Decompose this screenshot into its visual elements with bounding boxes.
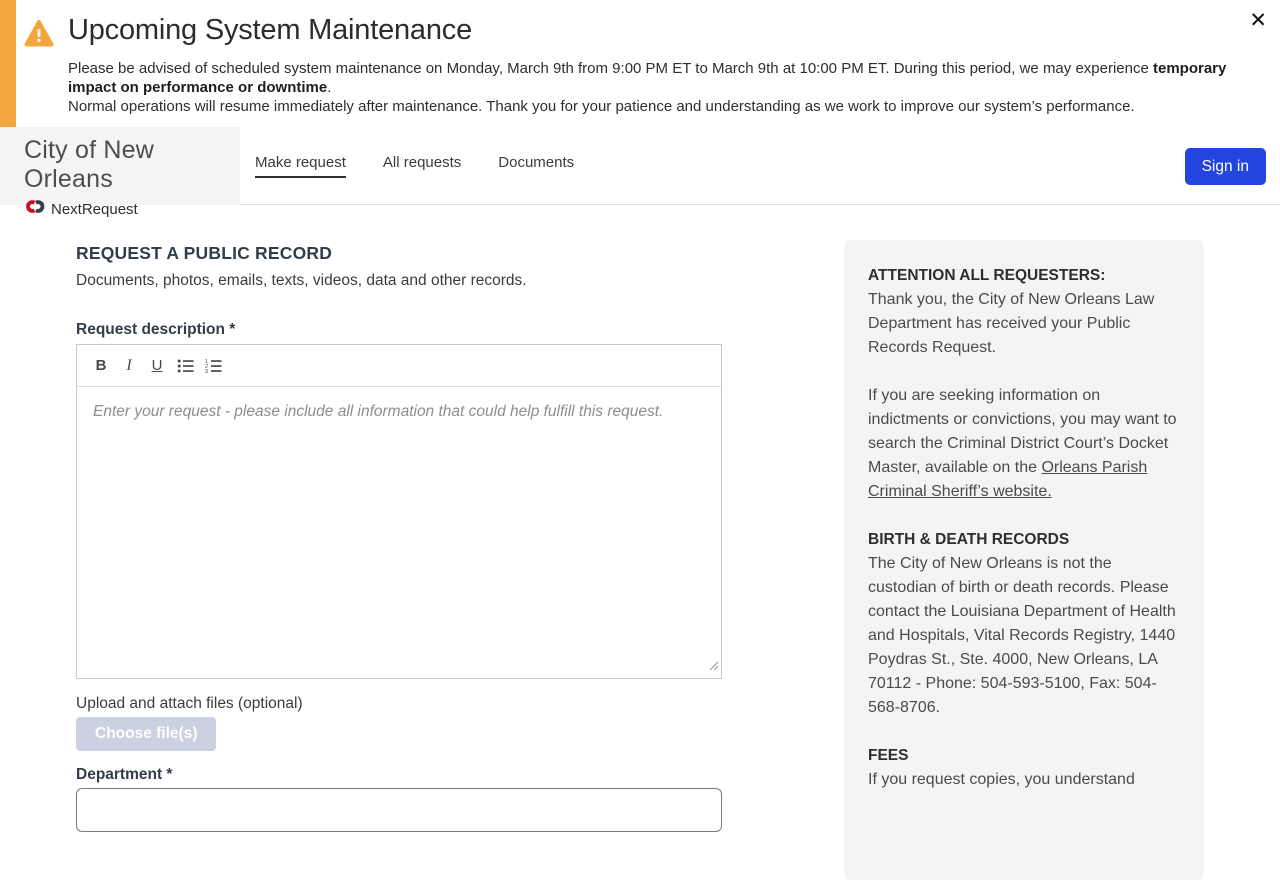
- department-label: Department *: [76, 766, 172, 784]
- upload-files-label: Upload and attach files (optional): [76, 695, 303, 713]
- banner-body: Please be advised of scheduled system ma…: [68, 59, 1250, 116]
- sidebar-heading-birth-death: BIRTH & DEATH RECORDS: [868, 528, 1180, 552]
- nextrequest-logo-icon: [24, 199, 45, 219]
- sidebar-paragraph: The City of New Orleans is not the custo…: [868, 552, 1180, 720]
- banner-accent-stripe: [0, 0, 16, 127]
- main-nav: Make request All requests Documents: [255, 127, 574, 205]
- choose-files-button[interactable]: Choose file(s): [76, 717, 216, 751]
- info-sidebar: ATTENTION ALL REQUESTERS: Thank you, the…: [844, 240, 1204, 880]
- sign-in-button[interactable]: Sign in: [1185, 148, 1266, 185]
- product-row: NextRequest: [24, 199, 240, 219]
- request-description-label: Request description *: [76, 321, 235, 339]
- department-select[interactable]: [76, 788, 722, 832]
- nav-documents[interactable]: Documents: [498, 154, 574, 178]
- underline-button[interactable]: U: [143, 352, 171, 380]
- warning-icon: [24, 19, 54, 49]
- request-description-editor[interactable]: B I U 1 2 3 Enter your request - please …: [76, 344, 722, 679]
- editor-placeholder: Enter your request - please include all …: [93, 403, 663, 420]
- sidebar-heading-attention: ATTENTION ALL REQUESTERS:: [868, 264, 1180, 288]
- bold-button[interactable]: B: [87, 352, 115, 380]
- svg-text:3: 3: [205, 369, 208, 374]
- editor-text-area[interactable]: Enter your request - please include all …: [77, 387, 721, 437]
- banner-paragraph-2: Normal operations will resume immediatel…: [68, 97, 1250, 116]
- sidebar-paragraph: If you request copies, you understand: [868, 768, 1180, 792]
- resize-handle-icon[interactable]: [709, 658, 719, 676]
- sidebar-paragraph: If you are seeking information on indict…: [868, 384, 1180, 504]
- sidebar-heading-fees: FEES: [868, 744, 1180, 768]
- org-name: City of New Orleans: [24, 136, 240, 194]
- bullet-list-icon[interactable]: [171, 352, 199, 380]
- product-name: NextRequest: [51, 201, 138, 218]
- page-subtitle: Documents, photos, emails, texts, videos…: [76, 272, 527, 290]
- banner-title: Upcoming System Maintenance: [68, 14, 472, 47]
- nav-all-requests[interactable]: All requests: [383, 154, 461, 178]
- page-title: REQUEST A PUBLIC RECORD: [76, 243, 332, 264]
- sidebar-paragraph: Thank you, the City of New Orleans Law D…: [868, 288, 1180, 360]
- italic-button[interactable]: I: [115, 352, 143, 380]
- ordered-list-icon[interactable]: 1 2 3: [199, 352, 227, 380]
- maintenance-banner: Upcoming System Maintenance ✕ Please be …: [0, 0, 1280, 127]
- close-icon[interactable]: ✕: [1249, 10, 1267, 31]
- logo-block[interactable]: City of New Orleans NextRequest: [0, 127, 240, 205]
- nav-make-request[interactable]: Make request: [255, 154, 346, 178]
- site-header: City of New Orleans NextRequest Make req…: [0, 127, 1280, 205]
- banner-paragraph-1: Please be advised of scheduled system ma…: [68, 59, 1250, 97]
- editor-toolbar: B I U 1 2 3: [77, 345, 721, 387]
